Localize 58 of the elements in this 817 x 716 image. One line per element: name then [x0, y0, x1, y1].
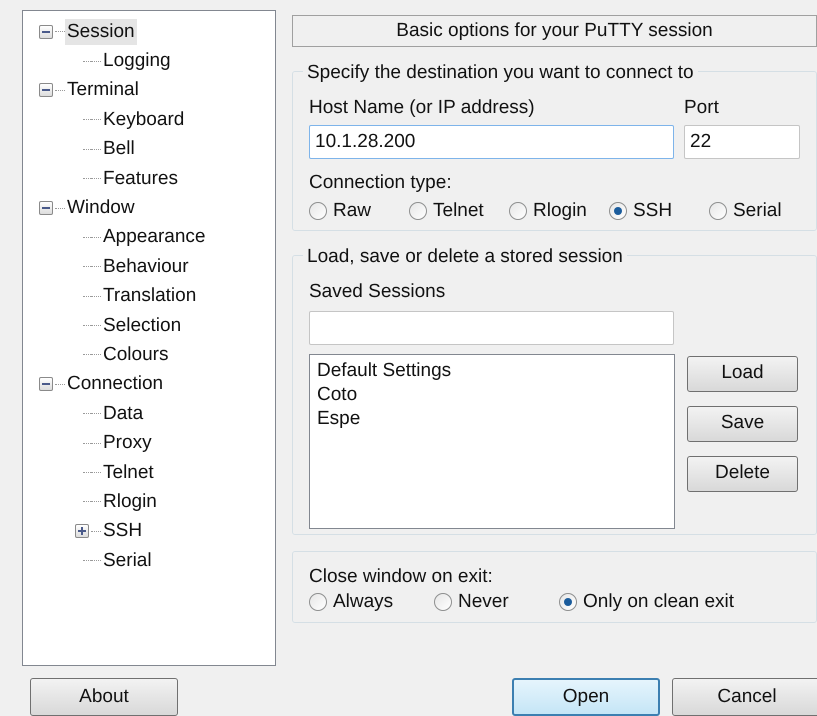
tree-item[interactable]: Appearance	[101, 224, 208, 250]
session-button[interactable]: Save	[687, 406, 798, 442]
connection-type-label: Connection type:	[309, 170, 453, 194]
tree-item[interactable]: Serial	[101, 548, 154, 574]
close-on-exit-label: Close window on exit:	[309, 566, 494, 588]
tree-item[interactable]: Colours	[101, 342, 170, 368]
collapse-icon[interactable]	[39, 83, 53, 98]
dialog-button[interactable]: Cancel	[672, 678, 817, 716]
tree-item[interactable]: Bell	[101, 136, 137, 162]
dialog-button[interactable]: Open	[512, 678, 660, 716]
session-button[interactable]: Delete	[687, 456, 798, 492]
tree-item[interactable]: Logging	[101, 48, 173, 74]
list-entry[interactable]: Coto	[317, 382, 358, 406]
dialog-button[interactable]: About	[30, 678, 178, 716]
radio-button[interactable]	[309, 593, 327, 611]
list-entry[interactable]: Espe	[317, 406, 360, 430]
tree-item[interactable]: Connection	[65, 371, 166, 398]
radio-label[interactable]: Telnet	[433, 199, 484, 223]
tree-item[interactable]: SSH	[101, 518, 144, 544]
collapse-icon[interactable]	[39, 377, 53, 392]
session-button[interactable]: Load	[687, 356, 798, 392]
collapse-icon[interactable]	[39, 24, 53, 39]
radio-label[interactable]: Serial	[733, 199, 782, 223]
collapse-icon[interactable]	[39, 201, 53, 216]
tree-item[interactable]: Proxy	[101, 430, 154, 456]
tree-item[interactable]: Behaviour	[101, 254, 191, 280]
tree-item[interactable]: Window	[65, 195, 137, 222]
radio-label[interactable]: Raw	[333, 199, 372, 223]
tree-item[interactable]: Session	[65, 18, 137, 45]
radio-button[interactable]	[559, 593, 577, 611]
radio-label[interactable]: Rlogin	[533, 199, 587, 223]
port-label: Port	[684, 96, 719, 120]
expand-icon[interactable]	[75, 524, 89, 538]
radio-label[interactable]: Never	[458, 590, 509, 614]
list-entry[interactable]: Default Settings	[317, 358, 452, 382]
tree-item[interactable]: Rlogin	[101, 488, 159, 515]
host-label: Host Name (or IP address)	[309, 96, 536, 120]
radio-button[interactable]	[409, 202, 427, 220]
port-input-field[interactable]: 22	[684, 124, 800, 158]
host-input-field[interactable]: 10.1.28.200	[309, 124, 674, 158]
tree-item[interactable]: Selection	[101, 312, 184, 339]
radio-button[interactable]	[309, 202, 327, 220]
radio-label[interactable]: SSH	[633, 199, 672, 223]
session-name-field[interactable]	[309, 310, 674, 344]
tree-item[interactable]: Telnet	[101, 460, 156, 486]
radio-button[interactable]	[709, 202, 727, 220]
radio-label[interactable]: Only on clean exit	[583, 590, 734, 614]
radio-button[interactable]	[434, 593, 452, 611]
tree-item[interactable]: Keyboard	[101, 106, 186, 133]
tree-item[interactable]: Data	[101, 400, 146, 427]
tree-item[interactable]: Features	[101, 166, 180, 192]
tree-item[interactable]: Terminal	[65, 77, 141, 104]
radio-label[interactable]: Always	[333, 590, 394, 614]
radio-button[interactable]	[609, 202, 627, 220]
tree-item[interactable]: Translation	[101, 283, 198, 310]
panel-header: Basic options for your PuTTY session	[292, 15, 817, 47]
radio-button[interactable]	[509, 202, 527, 220]
saved-sessions-label: Saved Sessions	[309, 280, 446, 304]
